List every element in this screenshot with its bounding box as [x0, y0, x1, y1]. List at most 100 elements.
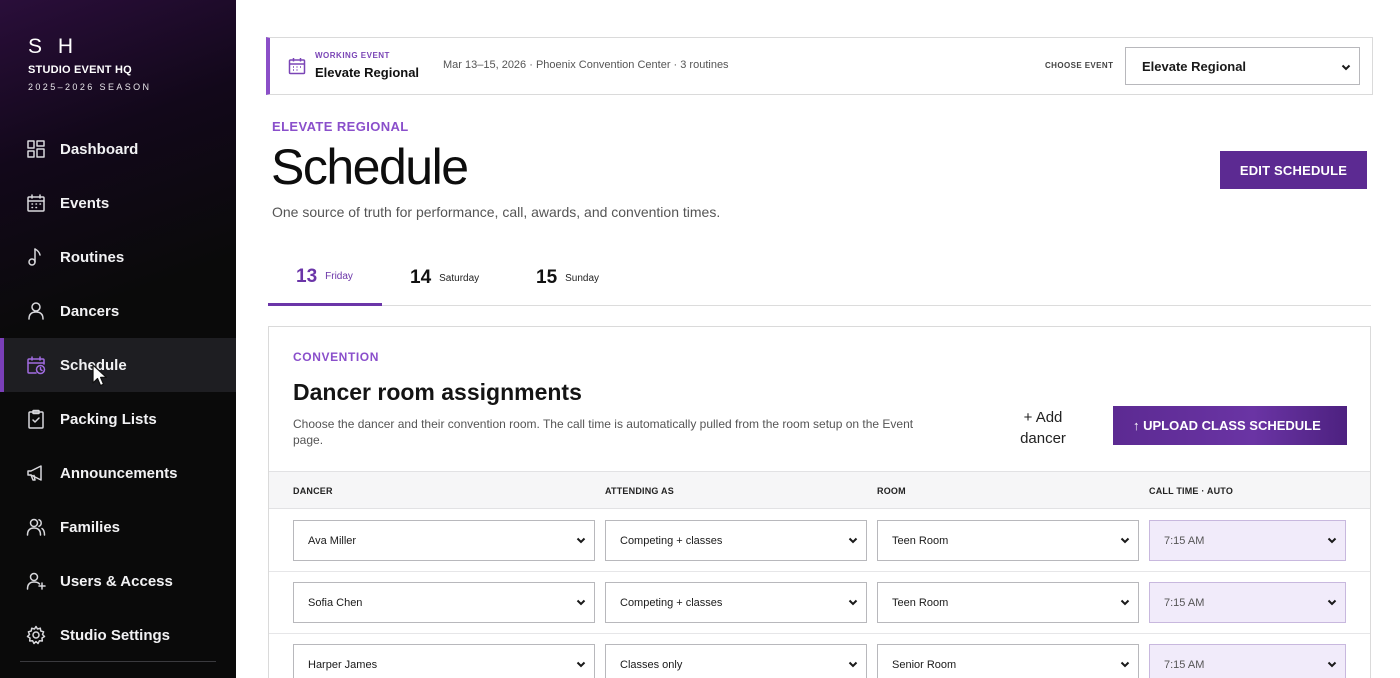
dancer-room-assignments-card: CONVENTION Dancer room assignments Choos…: [268, 326, 1371, 678]
tab-day-number: 14: [410, 267, 432, 288]
megaphone-icon: [26, 463, 46, 483]
tab-day-14[interactable]: 14 Saturday: [410, 250, 520, 306]
attending-as-select[interactable]: Competing + classes: [605, 582, 867, 623]
chevron-down-icon: [848, 659, 858, 669]
working-event-bar: WORKING EVENT Elevate Regional Mar 13–15…: [266, 37, 1373, 95]
brand-logo-mark: S H: [28, 35, 79, 58]
working-event-kicker: WORKING EVENT: [315, 51, 390, 60]
column-header-dancer: DANCER: [293, 486, 333, 496]
choose-event-select[interactable]: Elevate Regional: [1125, 47, 1360, 85]
chevron-down-icon: [1120, 535, 1130, 545]
page-subtitle: One source of truth for performance, cal…: [272, 204, 721, 220]
attending-as-value: Competing + classes: [620, 596, 723, 609]
room-select[interactable]: Teen Room: [877, 582, 1139, 623]
card-title: Dancer room assignments: [293, 379, 582, 405]
call-time-select[interactable]: 7:15 AM: [1149, 644, 1346, 678]
sidebar-item-label: Routines: [60, 248, 125, 266]
sidebar-item-label: Studio Settings: [60, 626, 170, 644]
attending-as-select[interactable]: Competing + classes: [605, 520, 867, 561]
room-select-value: Teen Room: [892, 534, 949, 547]
music-note-icon: [26, 247, 46, 267]
sidebar-item-label: Families: [60, 518, 121, 536]
upload-class-schedule-button[interactable]: ↑ UPLOAD CLASS SCHEDULE: [1113, 406, 1347, 445]
room-select[interactable]: Senior Room: [877, 644, 1139, 678]
attending-as-value: Classes only: [620, 658, 683, 671]
dancer-select[interactable]: Sofia Chen: [293, 582, 595, 623]
column-header-attending-as: ATTENDING AS: [605, 486, 674, 496]
mouse-cursor-icon: [92, 364, 108, 387]
sidebar-item-routines[interactable]: Routines: [0, 230, 236, 284]
sidebar-item-label: Dancers: [60, 302, 120, 320]
call-time-value: 7:15 AM: [1164, 658, 1205, 671]
room-select-value: Teen Room: [892, 596, 949, 609]
chevron-down-icon: [1120, 597, 1130, 607]
column-header-room: ROOM: [877, 486, 906, 496]
sidebar-item-families[interactable]: Families: [0, 500, 236, 554]
edit-schedule-button[interactable]: EDIT SCHEDULE: [1220, 151, 1367, 189]
tab-day-name: Friday: [325, 271, 353, 282]
calendar-icon: [288, 57, 306, 75]
sidebar: S H STUDIO EVENT HQ 2025–2026 SEASON Das…: [0, 0, 236, 678]
chevron-down-icon: [576, 597, 586, 607]
sidebar-item-users-access[interactable]: Users & Access: [0, 554, 236, 608]
sidebar-item-schedule[interactable]: Schedule: [0, 338, 236, 392]
tab-day-number: 15: [536, 267, 558, 288]
room-select[interactable]: Teen Room: [877, 520, 1139, 561]
call-time-select[interactable]: 7:15 AM: [1149, 520, 1346, 561]
sidebar-item-label: Events: [60, 194, 110, 212]
sidebar-item-events[interactable]: Events: [0, 176, 236, 230]
tab-day-name: Sunday: [565, 272, 600, 284]
chevron-down-icon: [576, 659, 586, 669]
column-header-call-time: CALL TIME · AUTO: [1149, 486, 1234, 496]
chevron-down-icon: [576, 535, 586, 545]
add-dancer-button[interactable]: + Add dancer: [1005, 407, 1081, 449]
table-row: Harper James Classes only Senior Room 7:…: [269, 634, 1370, 678]
user-plus-icon: [26, 571, 46, 591]
sidebar-item-dashboard[interactable]: Dashboard: [0, 122, 236, 176]
people-icon: [26, 517, 46, 537]
chevron-down-icon: [1120, 659, 1130, 669]
sidebar-item-label: Announcements: [60, 464, 178, 482]
room-select-value: Senior Room: [892, 658, 957, 671]
tab-day-name: Saturday: [439, 272, 480, 284]
call-time-select[interactable]: 7:15 AM: [1149, 582, 1346, 623]
tab-day-13[interactable]: 13 Friday: [268, 250, 382, 306]
sidebar-item-packing-lists[interactable]: Packing Lists: [0, 392, 236, 446]
brand-name: STUDIO EVENT HQ: [28, 64, 132, 76]
dancer-select[interactable]: Ava Miller: [293, 520, 595, 561]
call-time-value: 7:15 AM: [1164, 534, 1205, 547]
table-row: Sofia Chen Competing + classes Teen Room…: [269, 572, 1370, 634]
brand-season: 2025–2026 SEASON: [28, 82, 152, 92]
tab-day-15[interactable]: 15 Sunday: [536, 250, 646, 306]
sidebar-divider: [20, 661, 216, 662]
sidebar-item-studio-settings[interactable]: Studio Settings: [0, 608, 236, 662]
working-event-title: Elevate Regional: [315, 65, 420, 80]
sidebar-item-dancers[interactable]: Dancers: [0, 284, 236, 338]
dancer-select[interactable]: Harper James: [293, 644, 595, 678]
chevron-down-icon: [1327, 535, 1337, 545]
table-header: DANCER ATTENDING AS ROOM CALL TIME · AUT…: [269, 471, 1370, 509]
chevron-down-icon: [848, 535, 858, 545]
sidebar-item-label: Users & Access: [60, 572, 173, 590]
choose-event-label: CHOOSE EVENT: [1045, 61, 1114, 70]
sidebar-nav: Dashboard Events Routines Dancers Schedu…: [0, 122, 236, 662]
sidebar-item-label: Dashboard: [60, 140, 139, 158]
choose-event-value: Elevate Regional: [1142, 58, 1247, 74]
brand: S H STUDIO EVENT HQ 2025–2026 SEASON: [28, 35, 152, 93]
attending-as-value: Competing + classes: [620, 534, 723, 547]
dashboard-icon: [26, 139, 46, 159]
attending-as-select[interactable]: Classes only: [605, 644, 867, 678]
day-tabs: 13 Friday 14 Saturday 15 Sunday: [268, 250, 1371, 306]
sidebar-item-announcements[interactable]: Announcements: [0, 446, 236, 500]
card-eyebrow: CONVENTION: [293, 350, 380, 364]
table-row: Ava Miller Competing + classes Teen Room…: [269, 510, 1370, 572]
chevron-down-icon: [1327, 659, 1337, 669]
clipboard-check-icon: [26, 409, 46, 429]
chevron-down-icon: [1327, 597, 1337, 607]
dancer-select-value: Sofia Chen: [308, 596, 363, 609]
call-time-value: 7:15 AM: [1164, 596, 1205, 609]
person-icon: [26, 301, 46, 321]
dancer-select-value: Ava Miller: [308, 534, 357, 547]
tab-day-number: 13: [296, 265, 318, 287]
page-eyebrow: ELEVATE REGIONAL: [272, 119, 409, 134]
